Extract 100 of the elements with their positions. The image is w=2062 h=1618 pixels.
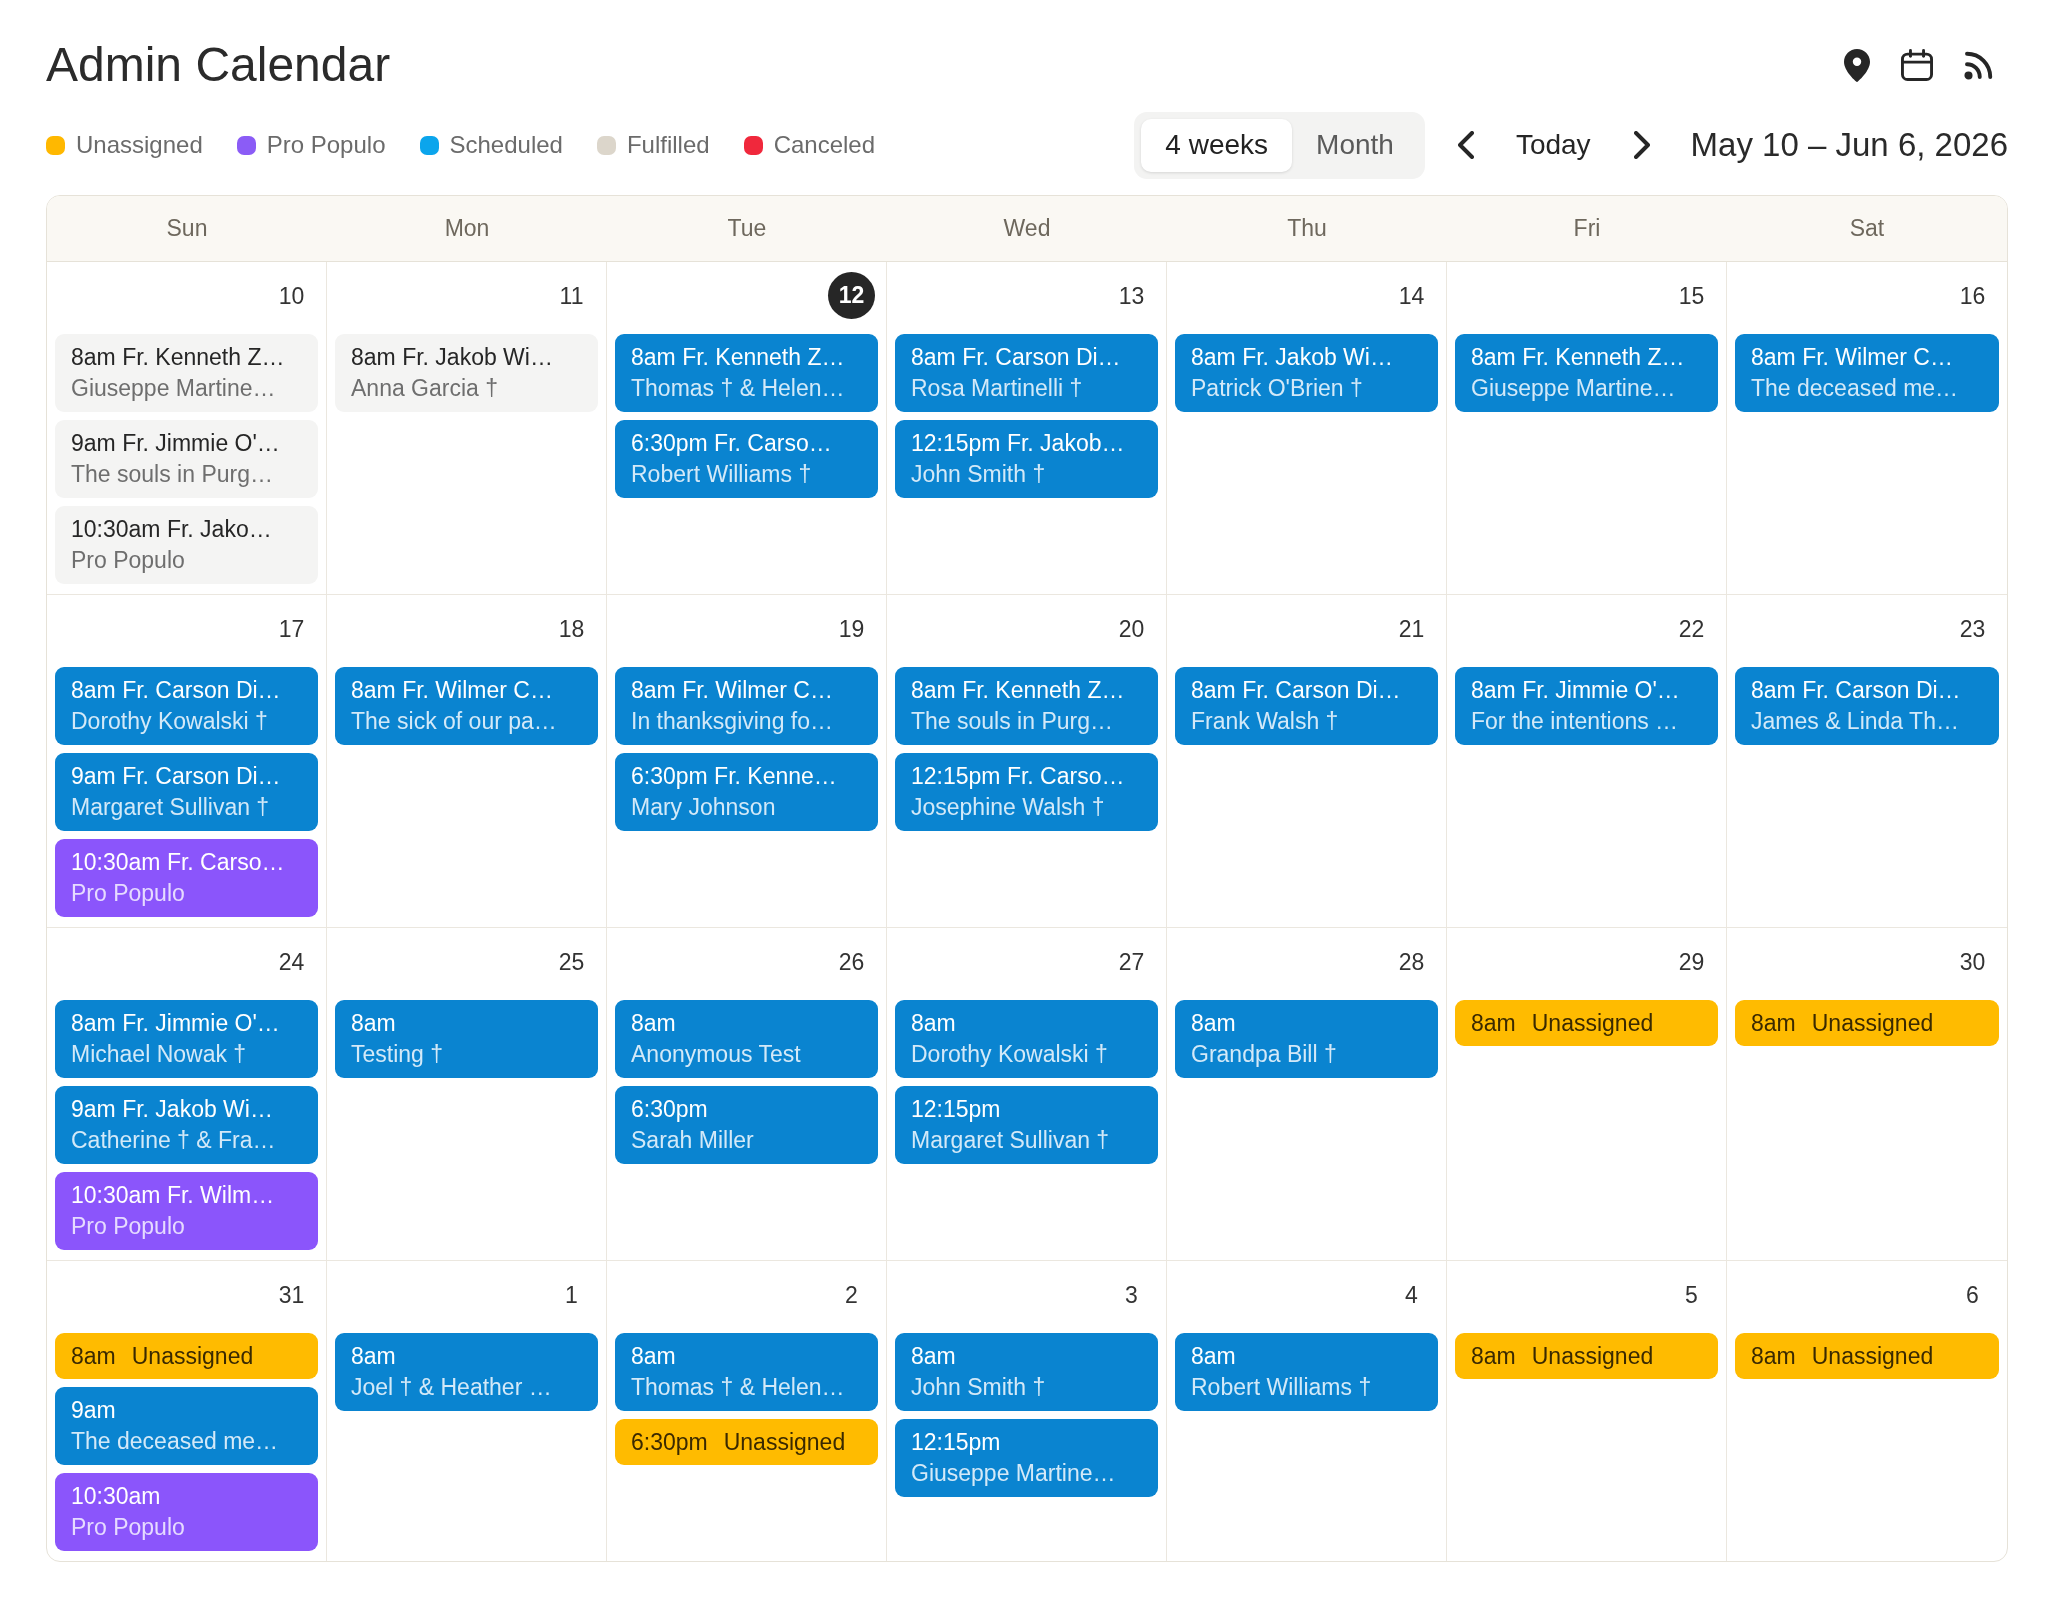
event-card[interactable]: 8am Fr. Kenneth Z… Giuseppe Martine… [1455,334,1718,412]
day-number: 24 [278,947,305,976]
event-detail: The deceased me… [71,1427,279,1456]
event-card[interactable]: 8am Unassigned [1735,1333,1999,1379]
event-card[interactable]: 8am Fr. Carson Di… Rosa Martinelli † [895,334,1158,412]
event-card[interactable]: 8am Fr. Jimmie O'… For the intentions … [1455,667,1718,745]
event-title: 10:30am [71,1482,161,1511]
event-detail: Josephine Walsh † [911,793,1105,822]
event-time: 6:30pm [631,1428,708,1457]
event-card[interactable]: 10:30am Fr. Carso… Pro Populo [55,839,318,917]
event-detail: In thanksgiving fo… [631,707,833,736]
event-detail: Joel † & Heather … [351,1373,552,1402]
event-card[interactable]: 8am Fr. Jakob Wi… Patrick O'Brien † [1175,334,1438,412]
weekday-label: Sat [1849,214,1885,244]
event-card[interactable]: 10:30am Fr. Wilm… Pro Populo [55,1172,318,1250]
event-card[interactable]: 8am Joel † & Heather … [335,1333,598,1411]
event-card[interactable]: 8am Fr. Wilmer C… In thanksgiving fo… [615,667,878,745]
day-number: 15 [1678,281,1705,310]
event-card[interactable]: 12:15pm Giuseppe Martine… [895,1419,1158,1497]
event-card[interactable]: 12:15pm Fr. Carso… Josephine Walsh † [895,753,1158,831]
event-title: 8am Fr. Jakob Wi… [351,343,553,372]
day-number: 27 [1118,947,1145,976]
chevron-right-icon[interactable] [1633,131,1650,159]
page-title: Admin Calendar [46,37,391,93]
event-detail: Frank Walsh † [1191,707,1339,736]
event-detail: The souls in Purg… [71,460,273,489]
event-card[interactable]: 9am Fr. Carson Di… Margaret Sullivan † [55,753,318,831]
event-title: 8am Fr. Carson Di… [1191,676,1401,705]
view-tab[interactable]: Month [1292,118,1418,172]
event-title: 8am Fr. Carson Di… [911,343,1121,372]
event-card[interactable]: 8am Fr. Wilmer C… The sick of our pa… [335,667,598,745]
event-title: 8am Fr. Kenneth Z… [631,343,845,372]
event-status: Unassigned [1531,1342,1654,1371]
day-number: 13 [1118,281,1145,310]
event-card[interactable]: 8am Fr. Jakob Wi… Anna Garcia † [335,334,598,412]
event-time: 8am [1471,1009,1516,1038]
event-card[interactable]: 8am Fr. Carson Di… Frank Walsh † [1175,667,1438,745]
weekday-label: Fri [1573,214,1601,244]
event-card[interactable]: 8am Fr. Carson Di… James & Linda Th… [1735,667,1999,745]
event-title: 10:30am Fr. Carso… [71,848,285,877]
event-card[interactable]: 9am Fr. Jimmie O'… The souls in Purg… [55,420,318,498]
event-card[interactable]: 8am Thomas † & Helen… [615,1333,878,1411]
event-detail: Margaret Sullivan † [911,1126,1110,1155]
event-card[interactable]: 10:30am Pro Populo [55,1473,318,1551]
event-card[interactable]: 8am Fr. Wilmer C… The deceased me… [1735,334,1999,412]
view-tab[interactable]: 4 weeks [1141,118,1293,172]
event-detail: The souls in Purg… [911,707,1113,736]
day-number: 14 [1398,281,1425,310]
day-number: 21 [1398,614,1425,643]
event-card[interactable]: 9am Fr. Jakob Wi… Catherine † & Fra… [55,1086,318,1164]
event-card[interactable]: 8am Fr. Kenneth Z… Giuseppe Martine… [55,334,318,412]
event-card[interactable]: 8am Fr. Kenneth Z… Thomas † & Helen… [615,334,878,412]
event-card[interactable]: 12:15pm Fr. Jakob… John Smith † [895,420,1158,498]
event-detail: Sarah Miller [631,1126,754,1155]
day-number: 25 [558,947,585,976]
event-card[interactable]: 8am Unassigned [1455,1000,1718,1046]
event-detail: John Smith † [911,460,1046,489]
weekday-label: Thu [1287,214,1327,244]
event-card[interactable]: 6:30pm Sarah Miller [615,1086,878,1164]
event-time: 8am [71,1342,116,1371]
event-card[interactable]: 8am Fr. Jimmie O'… Michael Nowak † [55,1000,318,1078]
event-card[interactable]: 8am Unassigned [1455,1333,1718,1379]
event-title: 10:30am Fr. Wilm… [71,1181,275,1210]
event-title: 12:15pm Fr. Carso… [911,762,1125,791]
day-number: 3 [1125,1280,1138,1309]
event-card[interactable]: 8am John Smith † [895,1333,1158,1411]
event-card[interactable]: 8am Unassigned [55,1333,318,1379]
chevron-left-icon[interactable] [1457,131,1474,159]
event-title: 8am [911,1342,956,1371]
event-title: 6:30pm Fr. Kenne… [631,762,837,791]
event-card[interactable]: 10:30am Fr. Jako… Pro Populo [55,506,318,584]
event-card[interactable]: 6:30pm Unassigned [615,1419,878,1465]
event-card[interactable]: 9am The deceased me… [55,1387,318,1465]
event-card[interactable]: 8am Anonymous Test [615,1000,878,1078]
day-number: 12 [828,272,875,319]
event-title: 8am Fr. Wilmer C… [351,676,553,705]
event-card[interactable]: 8am Fr. Carson Di… Dorothy Kowalski † [55,667,318,745]
rss-feed-icon[interactable] [1964,50,1994,80]
event-card[interactable]: 8am Dorothy Kowalski † [895,1000,1158,1078]
event-card[interactable]: 12:15pm Margaret Sullivan † [895,1086,1158,1164]
location-pin-icon[interactable] [1844,48,1870,82]
event-card[interactable]: 6:30pm Fr. Kenne… Mary Johnson [615,753,878,831]
event-card[interactable]: 8am Robert Williams † [1175,1333,1438,1411]
event-card[interactable]: 8am Fr. Kenneth Z… The souls in Purg… [895,667,1158,745]
event-card[interactable]: 8am Testing † [335,1000,598,1078]
legend-label: Fulfilled [626,130,710,160]
event-detail: Robert Williams † [1191,1373,1372,1402]
event-detail: Grandpa Bill † [1191,1040,1337,1069]
today-button[interactable]: Today [1515,124,1591,166]
event-card[interactable]: 8am Unassigned [1735,1000,1999,1046]
day-number: 20 [1118,614,1145,643]
event-card[interactable]: 8am Grandpa Bill † [1175,1000,1438,1078]
day-number: 26 [838,947,865,976]
day-number: 29 [1678,947,1705,976]
day-number: 2 [845,1280,858,1309]
event-status: Unassigned [1531,1009,1654,1038]
event-title: 9am Fr. Jimmie O'… [71,429,280,458]
event-card[interactable]: 6:30pm Fr. Carso… Robert Williams † [615,420,878,498]
day-number: 19 [838,614,865,643]
calendar-icon[interactable] [1901,49,1933,81]
